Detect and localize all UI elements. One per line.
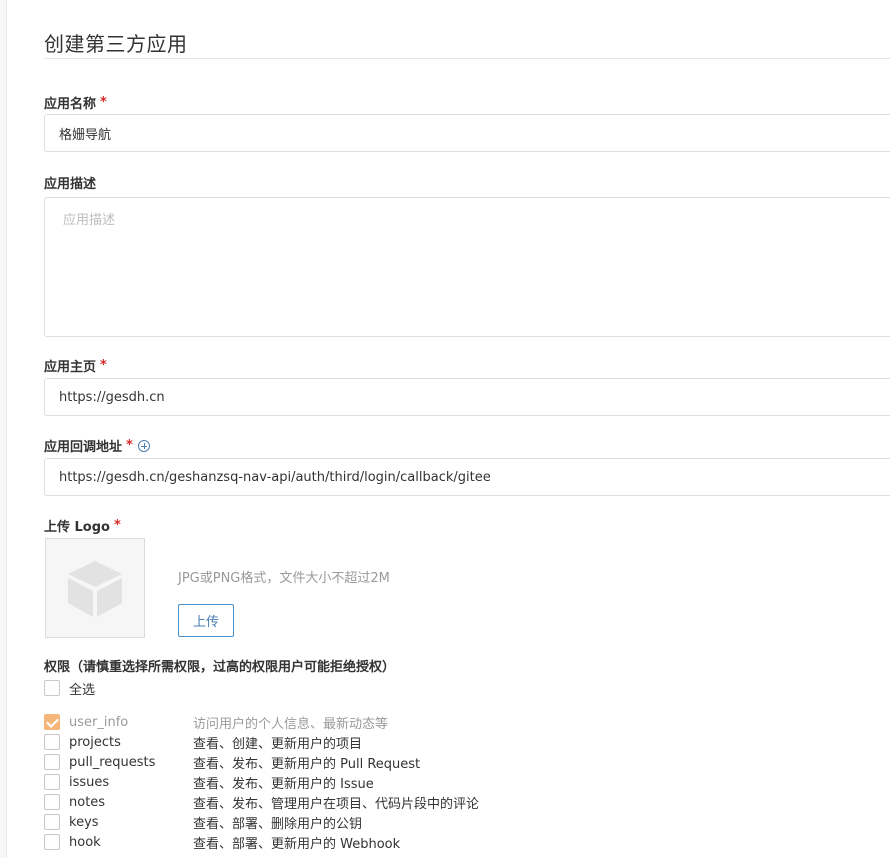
issues-checkbox[interactable] (44, 774, 60, 790)
permission-row-keys[interactable]: keys 查看、部署、删除用户的公钥 (44, 813, 363, 832)
permission-desc: 查看、部署、删除用户的公钥 (193, 816, 363, 832)
notes-checkbox[interactable] (44, 794, 60, 810)
upload-button[interactable]: 上传 (178, 604, 234, 637)
title-divider (44, 58, 890, 59)
upload-hint: JPG或PNG格式，文件大小不超过2M (178, 571, 390, 586)
app-name-input[interactable] (44, 114, 890, 152)
permission-name: projects (69, 734, 121, 750)
keys-checkbox[interactable] (44, 814, 60, 830)
projects-checkbox[interactable] (44, 734, 60, 750)
required-mark: * (113, 518, 121, 533)
pull-requests-checkbox[interactable] (44, 754, 60, 770)
add-callback-icon[interactable] (137, 439, 150, 452)
required-mark: * (126, 438, 133, 453)
app-desc-label: 应用描述 (44, 173, 96, 192)
left-panel-edge (0, 0, 7, 858)
app-name-label-text: 应用名称 (44, 97, 97, 112)
logo-label-text: 上传 Logo (44, 520, 110, 535)
permission-desc: 查看、创建、更新用户的项目 (193, 736, 363, 752)
permission-desc: 查看、发布、更新用户的 Pull Request (193, 756, 421, 772)
permission-row-projects[interactable]: projects 查看、创建、更新用户的项目 (44, 733, 363, 752)
permission-name: user_info (69, 714, 129, 730)
callback-label: 应用回调地址 * (44, 436, 150, 455)
page-title: 创建第三方应用 (44, 32, 188, 56)
permission-desc: 查看、发布、更新用户的 Issue (193, 776, 374, 792)
required-mark: * (100, 358, 107, 373)
permission-desc: 查看、发布、管理用户在项目、代码片段中的评论 (193, 796, 480, 812)
permission-name: pull_requests (69, 754, 156, 770)
select-all-checkbox[interactable] (44, 680, 60, 696)
user-info-checkbox (44, 714, 60, 730)
app-name-label: 应用名称 * (44, 93, 107, 112)
homepage-label-text: 应用主页 (44, 360, 97, 375)
logo-preview[interactable] (45, 538, 145, 638)
permission-name: hook (69, 834, 101, 850)
homepage-input[interactable] (44, 378, 890, 416)
permission-name: notes (69, 794, 106, 810)
select-all-checkbox-row[interactable]: 全选 (44, 679, 96, 698)
permissions-title: 权限（请慎重选择所需权限，过高的权限用户可能拒绝授权） (44, 660, 396, 675)
app-desc-textarea[interactable] (44, 197, 890, 337)
permission-desc: 访问用户的个人信息、最新动态等 (193, 716, 389, 732)
permission-row-pull-requests[interactable]: pull_requests 查看、发布、更新用户的 Pull Request (44, 753, 421, 772)
permission-row-user-info: user_info 访问用户的个人信息、最新动态等 (44, 713, 389, 732)
permission-row-notes[interactable]: notes 查看、发布、管理用户在项目、代码片段中的评论 (44, 793, 480, 812)
select-all-label: 全选 (69, 682, 96, 698)
logo-label: 上传 Logo * (44, 516, 121, 535)
permission-name: keys (69, 814, 99, 830)
callback-label-text: 应用回调地址 (44, 440, 123, 455)
app-desc-label-text: 应用描述 (44, 177, 97, 192)
hook-checkbox[interactable] (44, 834, 60, 850)
homepage-label: 应用主页 * (44, 356, 107, 375)
permission-name: issues (69, 774, 110, 790)
required-mark: * (100, 95, 107, 110)
callback-input[interactable] (44, 458, 890, 496)
cube-placeholder-icon (68, 561, 122, 617)
permission-row-issues[interactable]: issues 查看、发布、更新用户的 Issue (44, 773, 374, 792)
permission-desc: 查看、部署、更新用户的 Webhook (193, 836, 401, 852)
permission-row-hook[interactable]: hook 查看、部署、更新用户的 Webhook (44, 833, 401, 852)
